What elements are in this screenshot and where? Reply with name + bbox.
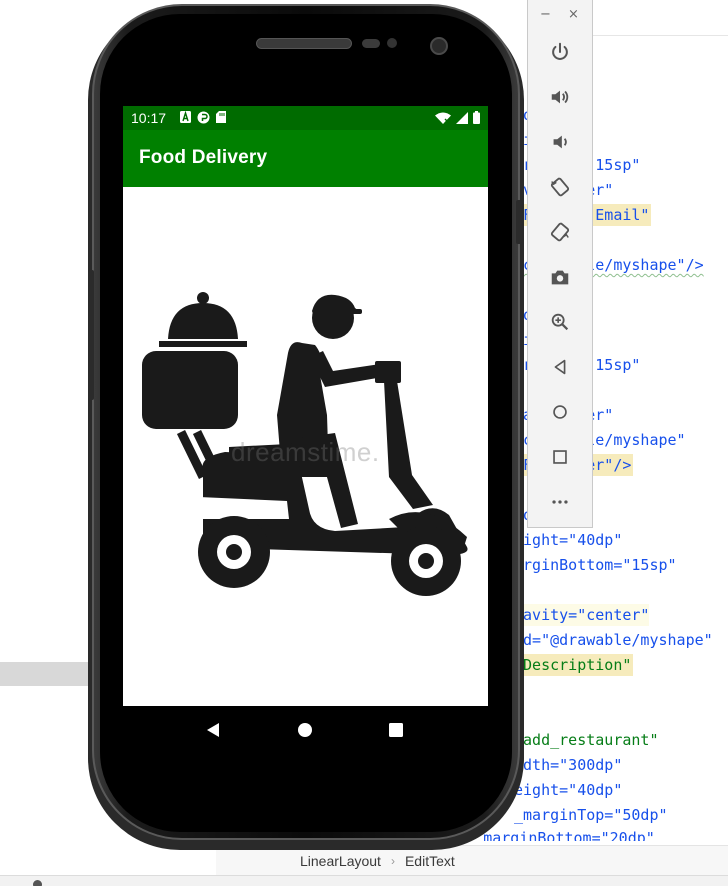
navigation-bar: [123, 706, 488, 754]
power-button[interactable]: [545, 37, 575, 67]
watermark-text: dreamstime.: [231, 437, 380, 467]
code-line[interactable]: eight="40dp": [514, 779, 622, 801]
tool-window-bar: [0, 875, 728, 886]
status-time: 10:17: [131, 110, 167, 126]
breadcrumb-item-edittext[interactable]: EditText: [405, 853, 455, 869]
code-line[interactable]: /add_restaurant": [514, 729, 659, 751]
breadcrumb-item-linearlayout[interactable]: LinearLayout: [300, 853, 381, 869]
rotate-left-button[interactable]: [545, 172, 575, 202]
front-camera: [430, 37, 448, 55]
emulator-toolbar: − ×: [527, 0, 593, 528]
volume-up-icon: [551, 90, 569, 104]
proximity-sensor: [362, 39, 380, 48]
app-toolbar: Food Delivery: [123, 130, 488, 187]
earpiece-speaker: [256, 38, 352, 49]
volume-down-icon: [553, 135, 567, 149]
overview-icon: [553, 450, 567, 464]
code-line[interactable]: ad="@drawable/myshape": [514, 629, 713, 651]
home-icon: [298, 723, 312, 737]
nav-home-button[interactable]: [295, 720, 315, 740]
rotate-left-icon: [550, 177, 570, 197]
play-notification-icon: [197, 111, 210, 124]
code-line[interactable]: eight="40dp": [514, 529, 622, 551]
font-notification-icon: [180, 111, 191, 123]
back-icon: [554, 359, 566, 375]
notification-icons: [180, 111, 226, 124]
code-line[interactable]: idth="300dp": [514, 754, 622, 776]
rotate-right-icon: [550, 222, 570, 242]
code-line[interactable]: _marginTop="50dp": [514, 804, 668, 826]
back-button[interactable]: [545, 352, 575, 382]
volume-down-button[interactable]: [545, 127, 575, 157]
app-content: dreamstime.: [123, 187, 488, 706]
signal-icon: [456, 111, 468, 124]
nav-back-button[interactable]: [203, 720, 223, 740]
wifi-icon: [435, 112, 451, 124]
overview-button[interactable]: [545, 442, 575, 472]
recents-icon: [389, 723, 403, 737]
zoom-button[interactable]: [545, 307, 575, 337]
more-icon: [552, 500, 568, 504]
light-sensor: [387, 38, 397, 48]
code-line-highlighted[interactable]: Description": [514, 654, 634, 676]
power-icon: [552, 42, 568, 60]
rotate-right-button[interactable]: [545, 217, 575, 247]
back-icon: [207, 723, 219, 737]
device-power-key: [516, 200, 522, 244]
volume-up-button[interactable]: [545, 82, 575, 112]
status-bar: 10:17: [123, 106, 488, 130]
user-icon[interactable]: [33, 880, 42, 886]
screenshot-button[interactable]: [545, 262, 575, 292]
system-icons: [435, 111, 480, 124]
editor-tab-divider: [590, 35, 728, 36]
device-screen[interactable]: 10:17 Food Delivery dreamstime.: [123, 106, 488, 754]
chevron-right-icon: ›: [390, 853, 395, 868]
app-title: Food Delivery: [139, 147, 268, 168]
code-line-current[interactable]: ravity="center": [514, 604, 650, 626]
more-button[interactable]: [545, 487, 575, 517]
code-line[interactable]: arginBottom="15sp": [514, 554, 677, 576]
nav-recents-button[interactable]: [386, 720, 406, 740]
android-studio-window: lo dp" ei dp" ar om="15sp" av enter" F n…: [0, 0, 728, 886]
zoom-icon: [551, 313, 569, 331]
battery-icon: [473, 111, 480, 124]
close-button[interactable]: ×: [568, 7, 579, 22]
home-button[interactable]: [545, 397, 575, 427]
minimize-button[interactable]: −: [540, 7, 551, 22]
device-volume-rocker: [88, 270, 94, 400]
home-icon: [553, 405, 567, 419]
camera-icon: [551, 270, 569, 285]
sd-card-icon: [216, 111, 226, 123]
